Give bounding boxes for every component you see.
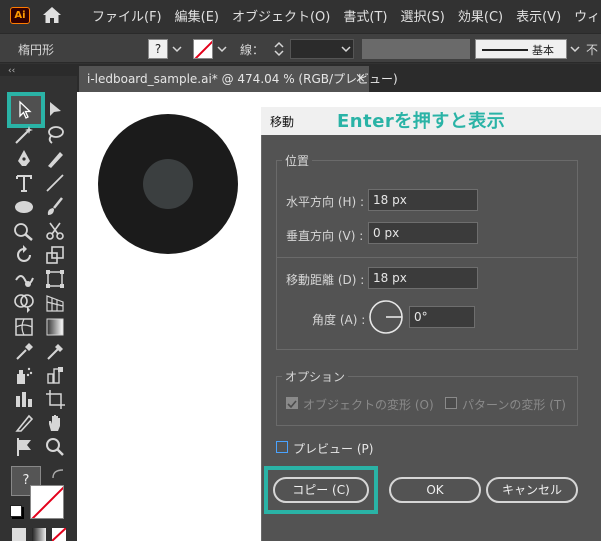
chevron-down-icon[interactable] — [217, 44, 227, 54]
copy-button[interactable]: コピー (C) — [273, 477, 369, 503]
menu-object[interactable]: オブジェクト(O) — [232, 6, 330, 25]
dialog-title: 移動 — [270, 115, 295, 129]
magic-wand-tool-icon[interactable] — [13, 124, 35, 146]
inner-circle-artwork[interactable] — [143, 159, 193, 209]
home-icon[interactable] — [42, 6, 62, 24]
menu-effect[interactable]: 効果(C) — [458, 6, 503, 25]
zoom-tool-icon[interactable] — [44, 436, 66, 458]
lasso-tool-icon[interactable] — [44, 124, 66, 146]
blend-tool-icon[interactable] — [44, 340, 66, 362]
stroke-label: 線： — [240, 43, 265, 57]
brush-label: 基本 — [532, 44, 554, 57]
bar-graph-tool-icon[interactable] — [13, 388, 35, 410]
variable-width-profile[interactable] — [362, 39, 470, 59]
symbol-sprayer-tool-icon[interactable] — [13, 364, 35, 386]
perspective-grid-tool-icon[interactable] — [44, 292, 66, 314]
flag-tool-icon[interactable] — [13, 436, 35, 458]
angle-label: 角度 (A) : — [312, 313, 366, 327]
brush-definition-dropdown[interactable]: 基本 — [475, 39, 567, 59]
hand-tool-icon[interactable] — [44, 412, 66, 434]
shaper-tool-icon[interactable] — [13, 220, 35, 242]
line-segment-tool-icon[interactable] — [44, 172, 66, 194]
horizontal-label: 水平方向 (H) : — [286, 195, 365, 209]
scissors-tool-icon[interactable] — [44, 220, 66, 242]
illustrator-logo: Ai — [10, 7, 30, 24]
ellipse-tool-icon[interactable] — [13, 196, 35, 218]
menu-edit[interactable]: 編集(E) — [175, 6, 219, 25]
type-tool-icon[interactable] — [13, 172, 35, 194]
position-group-label: 位置 — [282, 152, 313, 169]
annotation-caption: Enterを押すと表示 — [337, 111, 506, 132]
gradient-tool-icon[interactable] — [44, 316, 66, 338]
menu-file[interactable]: ファイル(F) — [92, 6, 162, 25]
chevron-down-icon[interactable] — [570, 44, 580, 54]
stroke-line-preview — [482, 49, 528, 51]
menu-select[interactable]: 選択(S) — [400, 6, 444, 25]
shape-builder-tool-icon[interactable] — [13, 292, 35, 314]
gradient-mode-icon[interactable] — [32, 528, 46, 541]
distance-input[interactable]: 18 px — [368, 267, 478, 289]
collapse-panel-icon[interactable]: ‹‹ — [8, 66, 15, 76]
options-group-label: オプション — [282, 368, 349, 385]
divider — [276, 257, 578, 258]
warp-tool-icon[interactable] — [13, 268, 35, 290]
chevron-down-icon[interactable] — [341, 44, 351, 54]
rotate-tool-icon[interactable] — [13, 244, 35, 266]
distance-label: 移動距離 (D) : — [286, 273, 365, 287]
paintbrush-tool-icon[interactable] — [44, 196, 66, 218]
ok-button[interactable]: OK — [389, 477, 481, 503]
none-mode-icon[interactable] — [52, 528, 66, 541]
close-icon[interactable]: × — [355, 71, 367, 86]
column-graph-tool-icon[interactable] — [44, 364, 66, 386]
opacity-label: 不 — [586, 43, 599, 57]
menu-window[interactable]: ウィン — [574, 6, 601, 25]
transform-patterns-checkbox[interactable] — [445, 397, 457, 409]
cancel-button[interactable]: キャンセル — [486, 477, 578, 503]
document-tab[interactable]: i-ledboard_sample.ai* @ 474.04 % (RGB/プレ… — [79, 66, 398, 92]
angle-dial-icon[interactable] — [368, 299, 404, 335]
curvature-tool-icon[interactable] — [44, 148, 66, 170]
menu-bar: Ai ファイル(F) 編集(E) オブジェクト(O) 書式(T) 選択(S) 効… — [0, 0, 601, 30]
chevron-down-icon[interactable] — [172, 44, 182, 54]
direct-selection-tool-icon[interactable] — [46, 99, 68, 121]
selection-tool-icon[interactable] — [15, 99, 37, 121]
eyedropper-tool-icon[interactable] — [13, 340, 35, 362]
stroke-swatch[interactable] — [193, 39, 213, 59]
angle-input[interactable]: 0° — [409, 306, 475, 328]
pen-tool-icon[interactable] — [13, 148, 35, 170]
control-bar: 楕円形 ? 線： 基本 不 — [0, 33, 601, 63]
menu-view[interactable]: 表示(V) — [516, 6, 561, 25]
menu-items: ファイル(F) 編集(E) オブジェクト(O) 書式(T) 選択(S) 効果(C… — [92, 0, 601, 30]
vertical-input[interactable]: 0 px — [368, 222, 478, 244]
vertical-label: 垂直方向 (V) : — [286, 229, 364, 243]
slice-tool-icon[interactable] — [13, 412, 35, 434]
horizontal-input[interactable]: 18 px — [368, 189, 478, 211]
scale-tool-icon[interactable] — [44, 244, 66, 266]
swap-fill-stroke-icon[interactable] — [51, 468, 65, 480]
preview-checkbox[interactable] — [276, 441, 288, 453]
toolbar-stroke-swatch[interactable] — [30, 485, 64, 519]
free-transform-tool-icon[interactable] — [44, 268, 66, 290]
default-colors-icon[interactable] — [10, 505, 22, 517]
preview-label: プレビュー (P) — [293, 442, 374, 456]
menu-type[interactable]: 書式(T) — [343, 6, 387, 25]
mesh-tool-icon[interactable] — [13, 316, 35, 338]
transform-patterns-label: パターンの変形 (T) — [462, 398, 566, 412]
transform-objects-checkbox[interactable] — [286, 397, 298, 409]
transform-objects-label: オブジェクトの変形 (O) — [303, 398, 434, 412]
stroke-weight-stepper-icon[interactable] — [269, 39, 289, 59]
artboard-tool-icon[interactable] — [44, 388, 66, 410]
shape-type-label: 楕円形 — [18, 43, 55, 57]
fill-swatch[interactable]: ? — [148, 39, 168, 59]
color-mode-icon[interactable] — [12, 528, 26, 541]
